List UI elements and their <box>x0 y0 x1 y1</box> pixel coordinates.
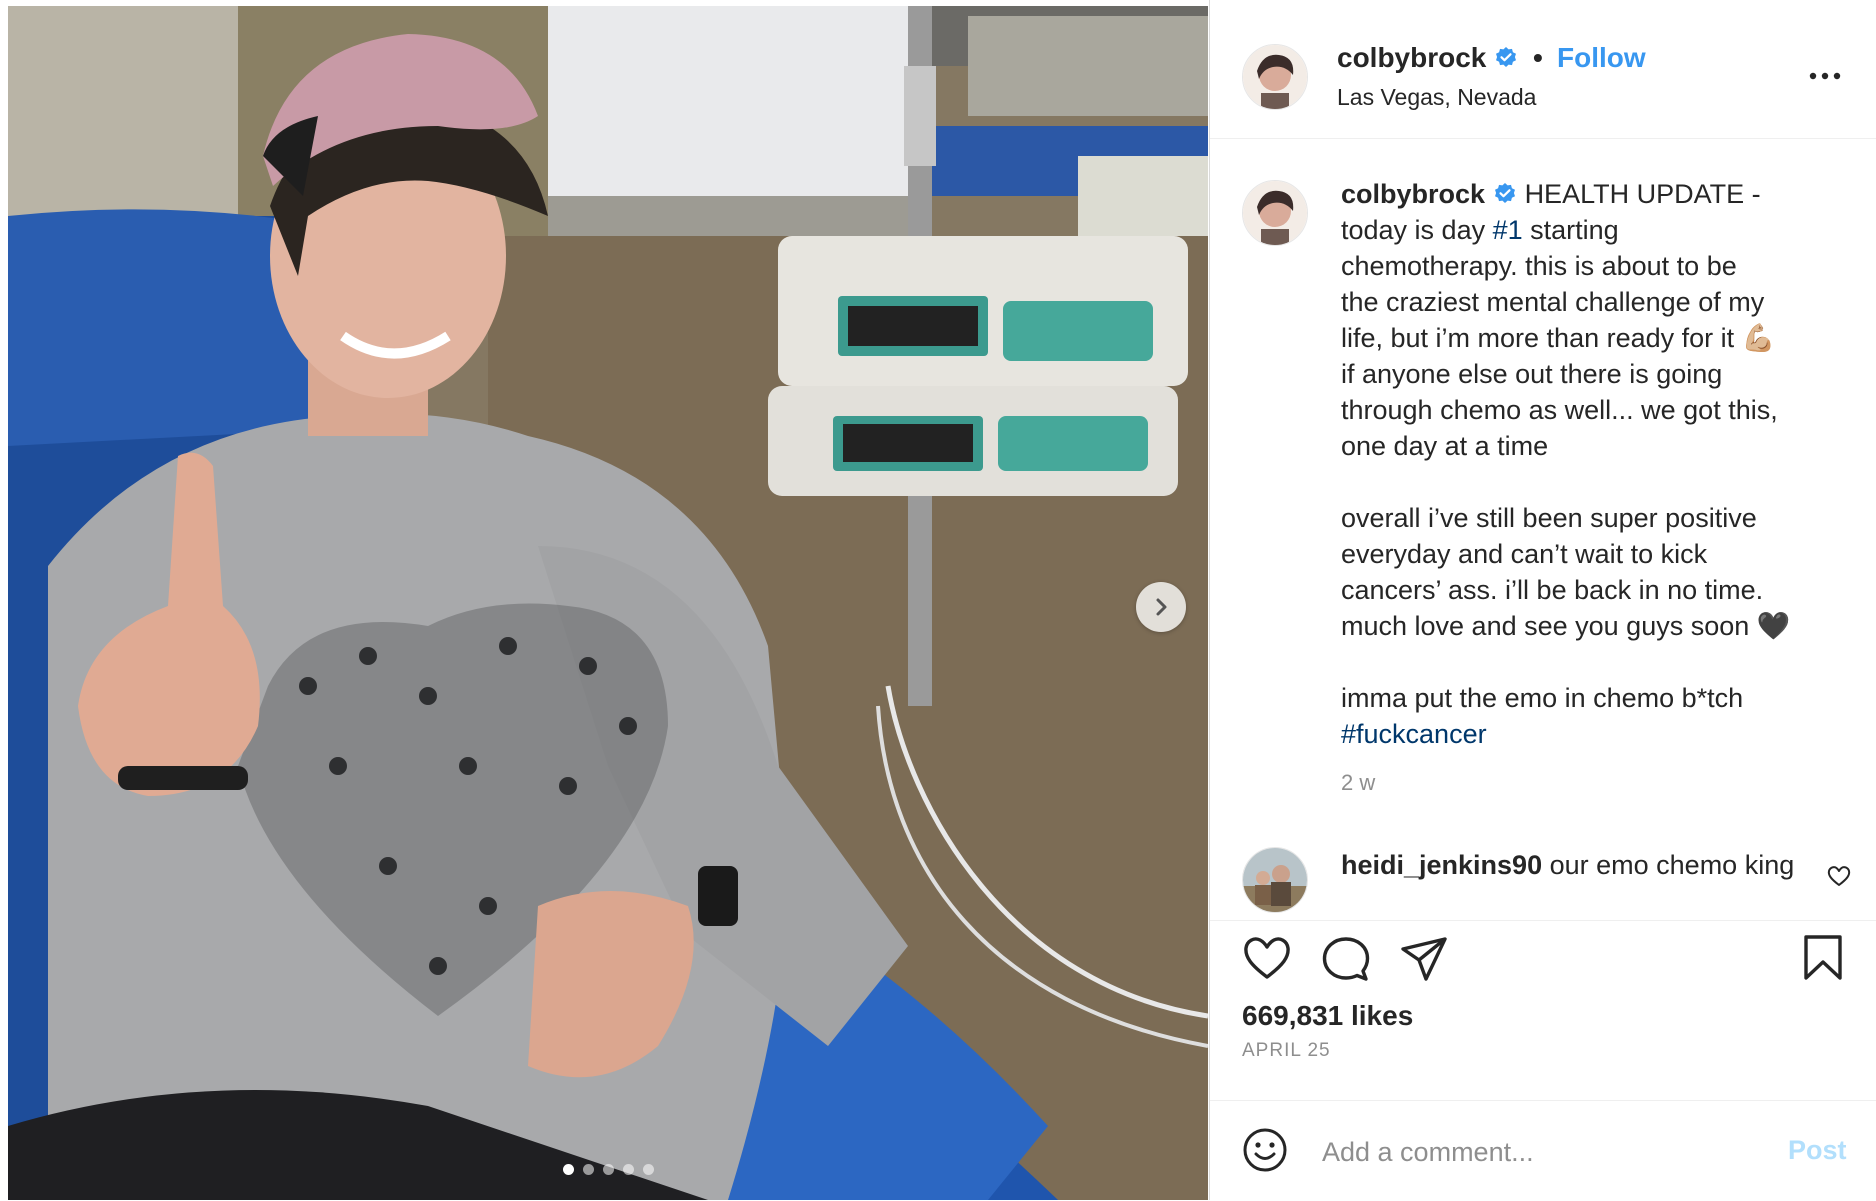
comment-item: heidi_jenkins90 our emo chemo king <box>1341 847 1811 901</box>
comment-bubble-icon[interactable] <box>1322 936 1370 982</box>
hashtag-link[interactable]: #1 <box>1493 215 1523 245</box>
add-comment-bar: Post <box>1210 1100 1876 1201</box>
commenter-username[interactable]: heidi_jenkins90 <box>1341 850 1542 880</box>
header-divider <box>1210 138 1876 139</box>
avatar-image <box>1243 848 1307 912</box>
post-time-ago[interactable]: 2 w <box>1341 770 1375 796</box>
actions-divider <box>1210 920 1876 921</box>
emoji-smiley-icon[interactable] <box>1242 1127 1288 1173</box>
comment-like-icon[interactable] <box>1827 865 1851 887</box>
caption-text-body: starting chemotherapy. this is about to … <box>1341 215 1791 713</box>
post-details-panel: colbybrock • Follow Las Vegas, Nevada co… <box>1209 0 1876 1200</box>
avatar-image <box>1243 45 1307 109</box>
heart-icon[interactable] <box>1242 935 1292 981</box>
post-caption: colbybrock HEALTH UPDATE - today is day … <box>1341 176 1841 752</box>
more-options-icon[interactable] <box>1805 56 1845 96</box>
carousel-dot <box>602 1164 614 1175</box>
next-image-button[interactable] <box>1136 582 1186 632</box>
author-username[interactable]: colbybrock <box>1337 42 1518 74</box>
header-separator: • <box>1533 42 1543 73</box>
hashtag-link[interactable]: #fuckcancer <box>1341 719 1487 749</box>
follow-button[interactable]: Follow <box>1557 42 1646 74</box>
author-avatar[interactable] <box>1242 44 1308 110</box>
carousel-dot <box>642 1164 654 1175</box>
carousel-dot <box>622 1164 634 1175</box>
bookmark-icon[interactable] <box>1802 934 1844 982</box>
post-comment-button[interactable]: Post <box>1788 1135 1847 1166</box>
comment-text: our emo chemo king <box>1549 850 1795 880</box>
post-photo <box>8 6 1208 1200</box>
verified-badge-icon <box>1495 183 1516 203</box>
commenter-avatar[interactable] <box>1242 847 1308 913</box>
paper-plane-icon[interactable] <box>1400 936 1448 982</box>
carousel-indicator <box>8 1164 1208 1175</box>
caption-text-intro: HEALTH UPDATE - <box>1524 179 1761 209</box>
caption-text: today is day <box>1341 215 1493 245</box>
comment-input[interactable] <box>1320 1131 1744 1173</box>
post-media[interactable] <box>8 6 1208 1200</box>
caption-username[interactable]: colbybrock <box>1341 179 1485 209</box>
carousel-dot <box>562 1164 574 1175</box>
caption-avatar[interactable] <box>1242 180 1308 246</box>
chevron-right-icon <box>1156 598 1167 616</box>
post-location[interactable]: Las Vegas, Nevada <box>1337 84 1536 111</box>
post-date[interactable]: APRIL 25 <box>1242 1040 1331 1062</box>
verified-badge-icon <box>1496 47 1517 67</box>
avatar-image <box>1243 181 1307 245</box>
username-text[interactable]: colbybrock <box>1337 42 1486 73</box>
likes-count[interactable]: 669,831 likes <box>1242 1000 1413 1032</box>
carousel-dot <box>582 1164 594 1175</box>
